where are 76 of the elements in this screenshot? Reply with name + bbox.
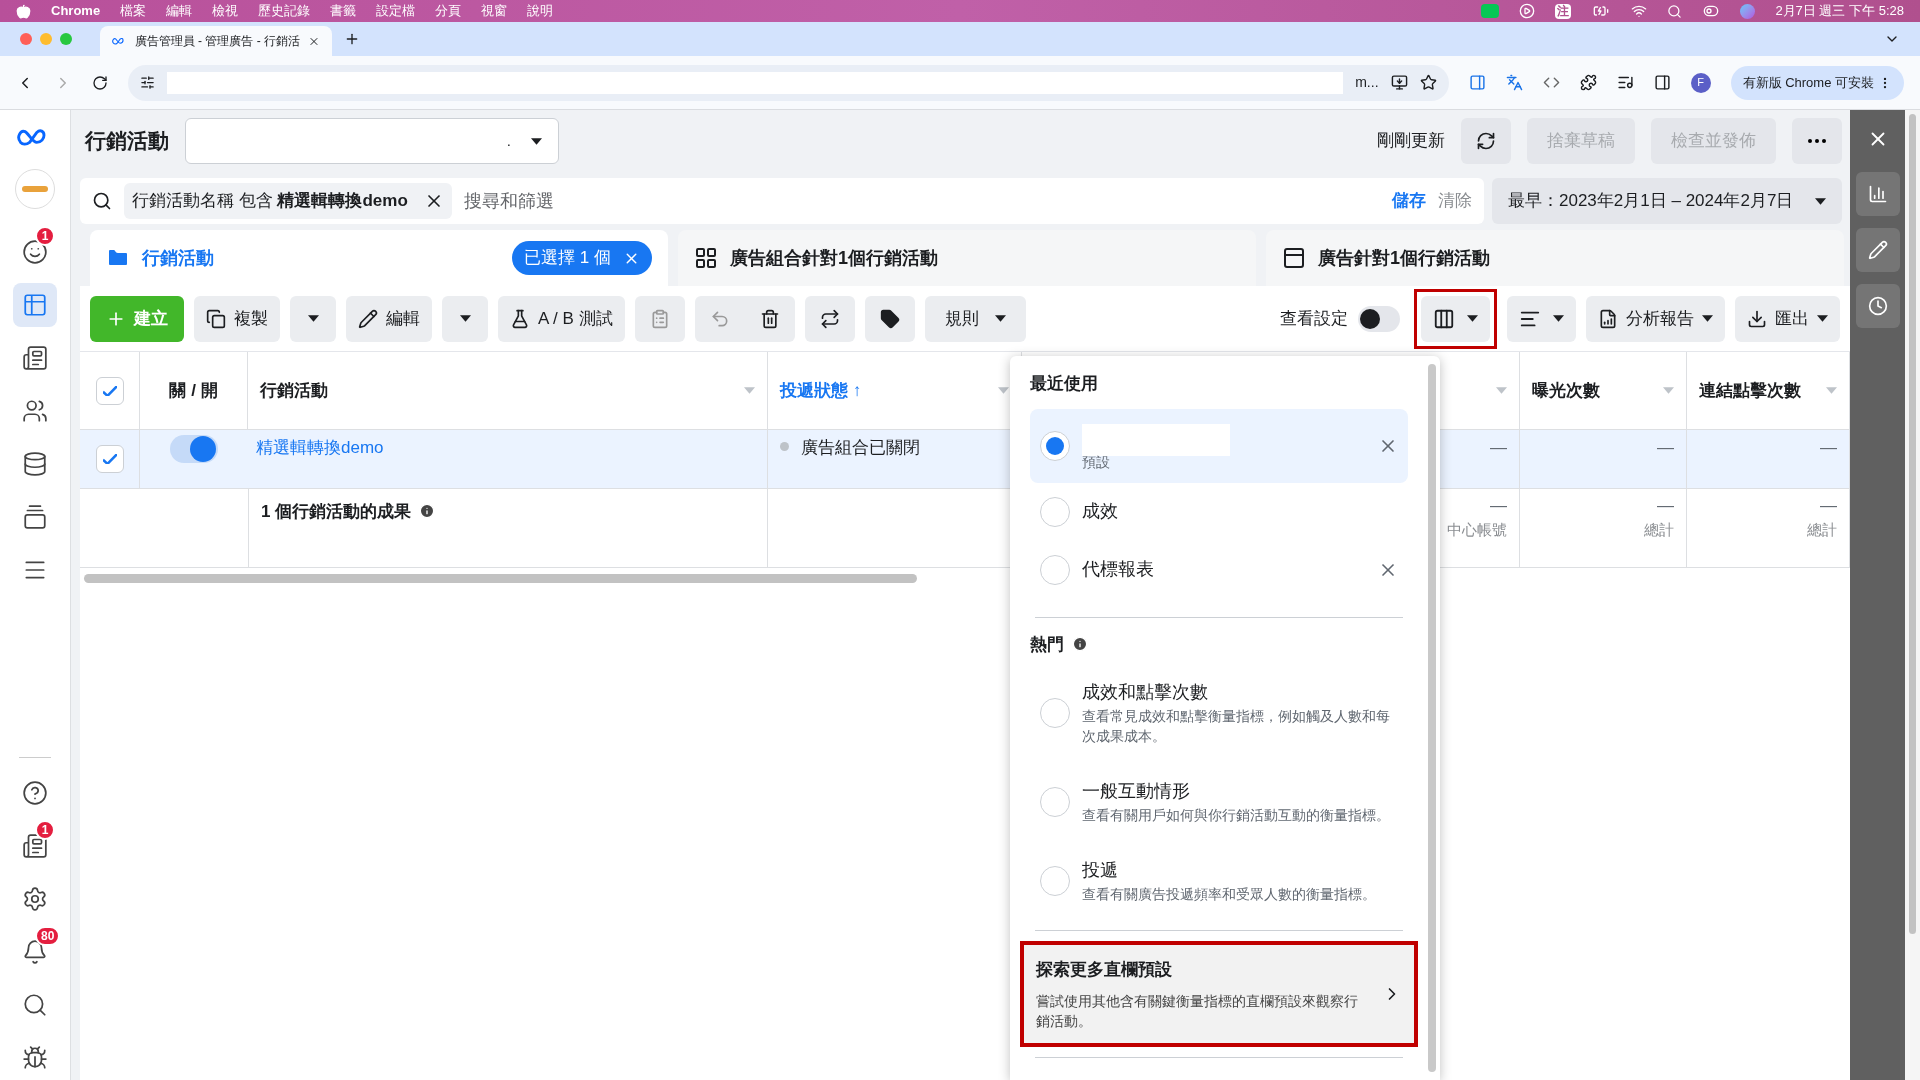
- menu-item[interactable]: 視窗: [481, 1, 508, 21]
- view-setting-label: 查看設定: [1280, 307, 1348, 330]
- date-range-dropdown[interactable]: 最早：2023年2月1日 – 2024年2月7日: [1492, 178, 1842, 224]
- results-summary: 1 個行銷活動的成果: [261, 501, 412, 523]
- campaign-dropdown[interactable]: .: [185, 118, 559, 164]
- search-bar[interactable]: 行銷活動名稱 包含 精選輯轉換demo 搜尋和篩選 儲存 清除: [80, 178, 1484, 224]
- column-header[interactable]: 關 / 開: [140, 352, 248, 429]
- delivery-status: 廣告組合已關閉: [801, 437, 920, 459]
- menu-item[interactable]: 分頁: [435, 1, 462, 21]
- summary-note: 中心帳號: [1447, 519, 1507, 540]
- menu-item[interactable]: 說明: [527, 1, 554, 21]
- count-badge: 80: [35, 926, 61, 946]
- level-tab[interactable]: 廣告組合針對1個行銷活動: [678, 230, 1256, 286]
- clock: 2月7日 週三 下午 5:28: [1775, 2, 1904, 21]
- preset-label: 成效和點擊次數: [1082, 681, 1209, 704]
- browser-tab[interactable]: 廣告管理員 - 管理廣告 - 行銷活: [100, 26, 332, 56]
- summary-value: —: [1490, 495, 1507, 517]
- menu-item[interactable]: 書籤: [330, 1, 357, 21]
- profile-avatar[interactable]: F: [1690, 72, 1711, 93]
- summary-value: —: [1657, 495, 1674, 517]
- update-status: 剛剛更新: [1377, 130, 1445, 153]
- explore-title: 探索更多直欄預設: [1036, 959, 1173, 981]
- filter-text: 行銷活動名稱 包含 精選輯轉換demo: [132, 190, 408, 213]
- preset-option[interactable]: 預設: [1030, 408, 1408, 483]
- preset-description: 查看有關廣告投遞頻率和受眾人數的衡量指標。: [1082, 885, 1377, 904]
- duplicate-button[interactable]: 複製: [194, 295, 280, 342]
- menu-item[interactable]: Chrome: [51, 1, 101, 21]
- edit-button[interactable]: 編輯: [346, 295, 432, 342]
- menu-item[interactable]: 檔案: [120, 1, 147, 21]
- campaign-link[interactable]: 精選輯轉換demo: [256, 438, 384, 457]
- menu-item[interactable]: 設定檔: [376, 1, 416, 21]
- section-title: 最近使用: [1030, 373, 1099, 395]
- column-header[interactable]: 曝光次數: [1520, 352, 1687, 429]
- preset-label: 投遞: [1082, 859, 1119, 882]
- explore-presets-card[interactable]: 探索更多直欄預設 嘗試使用其他含有關鍵衡量指標的直欄預設來觀察行銷活動。: [1020, 941, 1418, 1047]
- count-badge: 1: [35, 226, 55, 246]
- summary-note: 總計: [1644, 519, 1674, 540]
- tab-title: 廣告管理員 - 管理廣告 - 行銷活: [134, 33, 301, 50]
- clear-link[interactable]: 清除: [1438, 188, 1472, 214]
- search-field[interactable]: 搜尋和篩選: [463, 187, 1380, 215]
- preset-option[interactable]: 一般互動情形 查看有關用戶如何與你行銷活動互動的衡量指標。: [1030, 768, 1408, 835]
- table-cell: —: [1490, 438, 1507, 457]
- level-tab[interactable]: 行銷活動 已選擇 1 個: [90, 230, 668, 286]
- menu-item[interactable]: 編輯: [166, 1, 193, 21]
- menu-item[interactable]: 檢視: [212, 1, 239, 21]
- count-badge: 1: [35, 820, 55, 840]
- save-link[interactable]: 儲存: [1392, 188, 1426, 214]
- explore-description: 嘗試使用其他含有關鍵衡量指標的直欄預設來觀察行銷活動。: [1036, 991, 1359, 1031]
- report-button[interactable]: 分析報告: [1586, 295, 1725, 342]
- input-method-indicator[interactable]: 注: [1555, 3, 1572, 19]
- preset-subtitle: 預設: [1082, 453, 1111, 472]
- section-title: 熱門: [1030, 633, 1064, 656]
- address-field[interactable]: m...: [128, 64, 1449, 101]
- menu-item[interactable]: 歷史記錄: [258, 1, 311, 21]
- export-button[interactable]: 匯出: [1735, 295, 1840, 342]
- preset-description: 查看有關用戶如何與你行銷活動互動的衡量指標。: [1082, 806, 1391, 825]
- summary-note: 總計: [1807, 519, 1837, 540]
- preset-option[interactable]: 代標報表: [1030, 540, 1408, 599]
- preset-option[interactable]: 成效和點擊次數 查看常見成效和點擊衡量指標，例如觸及人數和每次成果成本。: [1030, 669, 1408, 756]
- column-header[interactable]: 行銷活動: [248, 352, 768, 429]
- preset-description: 查看常見成效和點擊衡量指標，例如觸及人數和每次成果成本。: [1082, 707, 1391, 746]
- preset-label: 一般互動情形: [1082, 780, 1191, 803]
- preset-option[interactable]: 投遞 查看有關廣告投遞頻率和受眾人數的衡量指標。: [1030, 847, 1408, 914]
- selection-pill[interactable]: 已選擇 1 個: [512, 241, 652, 275]
- page-title: 行銷活動: [85, 128, 169, 155]
- rules-button[interactable]: 規則: [924, 295, 1026, 342]
- table-cell: —: [1820, 438, 1837, 457]
- table-cell: —: [1657, 438, 1674, 457]
- update-button[interactable]: 有新版 Chrome 可安裝: [1730, 65, 1904, 100]
- filter-chip[interactable]: 行銷活動名稱 包含 精選輯轉換demo: [124, 183, 452, 219]
- level-tab[interactable]: 廣告針對1個行銷活動: [1266, 230, 1844, 286]
- preset-label: 成效: [1082, 500, 1119, 523]
- preset-label: 代標報表: [1082, 558, 1155, 581]
- summary-value: —: [1820, 495, 1837, 517]
- url-text: m...: [1355, 73, 1379, 92]
- ab-test-button[interactable]: A / B 測試: [498, 295, 625, 342]
